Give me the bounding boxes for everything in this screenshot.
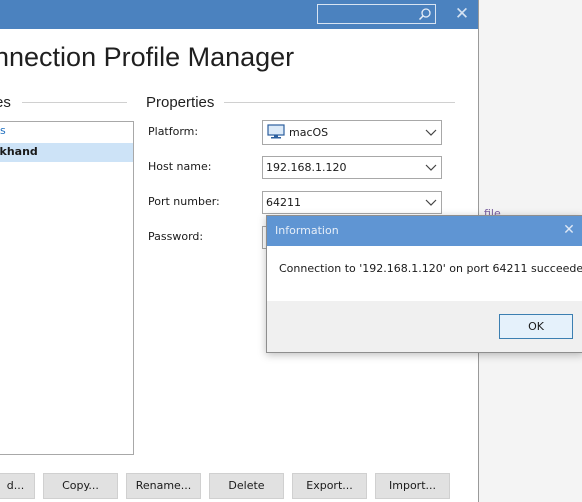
title-bar: ✕	[0, 0, 478, 29]
rename-button[interactable]: Rename...	[126, 473, 201, 499]
port-number-label: Port number:	[148, 195, 220, 208]
add-button[interactable]: d...	[0, 473, 35, 499]
divider	[22, 102, 127, 103]
page-title: nnection Profile Manager	[0, 42, 295, 72]
divider	[224, 102, 455, 103]
import-button[interactable]: Import...	[375, 473, 450, 499]
dialog-message: Connection to '192.168.1.120' on port 64…	[279, 262, 582, 275]
export-button[interactable]: Export...	[292, 473, 367, 499]
search-icon[interactable]	[418, 7, 432, 21]
platform-label: Platform:	[148, 125, 199, 138]
properties-group-label: Properties	[146, 94, 215, 111]
list-item[interactable]: s	[0, 124, 6, 137]
chevron-down-icon[interactable]	[425, 162, 437, 172]
copy-button[interactable]: Copy...	[43, 473, 118, 499]
chevron-down-icon[interactable]	[425, 197, 437, 207]
close-icon[interactable]: ✕	[561, 222, 577, 238]
platform-value: macOS	[289, 126, 329, 139]
password-label: Password:	[148, 230, 204, 243]
search-input[interactable]	[317, 4, 436, 24]
host-name-label: Host name:	[148, 160, 212, 173]
close-icon[interactable]: ✕	[452, 5, 472, 23]
delete-button[interactable]: Delete	[209, 473, 284, 499]
port-number-value: 64211	[266, 196, 301, 209]
platform-dropdown[interactable]: macOS	[262, 120, 442, 145]
host-name-combobox[interactable]: 192.168.1.120	[262, 156, 442, 179]
monitor-icon	[267, 124, 285, 139]
port-number-combobox[interactable]: 64211	[262, 191, 442, 214]
profiles-group-label: es	[0, 94, 11, 111]
host-name-value: 192.168.1.120	[266, 161, 347, 174]
ok-button[interactable]: OK	[499, 314, 573, 339]
chevron-down-icon[interactable]	[425, 127, 437, 137]
list-item-selected[interactable]: ckhand	[0, 143, 133, 162]
dialog-title: Information	[275, 224, 339, 237]
dialog-body: Connection to '192.168.1.120' on port 64…	[267, 246, 582, 301]
profiles-list[interactable]: s ckhand	[0, 121, 134, 455]
list-item-label: ckhand	[0, 145, 38, 158]
dialog-title-bar: Information ✕	[267, 216, 582, 246]
information-dialog: Information ✕ Connection to '192.168.1.1…	[266, 215, 582, 353]
